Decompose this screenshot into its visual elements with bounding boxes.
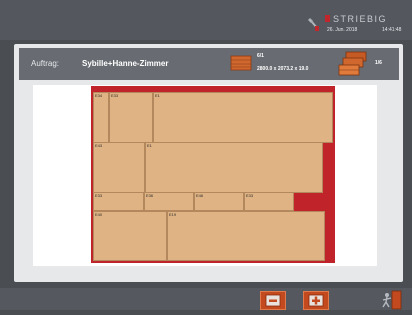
part-label: E43 bbox=[95, 143, 103, 148]
zoom-in-button[interactable] bbox=[303, 291, 329, 310]
zoom-out-button[interactable] bbox=[260, 291, 286, 310]
part-label: E33 bbox=[111, 93, 119, 98]
order-name: Sybille+Hanne-Zimmer bbox=[82, 59, 169, 68]
current-time: 14:41:48 bbox=[382, 27, 402, 33]
part-label: E46 bbox=[196, 193, 204, 198]
board-part[interactable]: E1 bbox=[145, 142, 323, 193]
plate-count: 6/1 bbox=[257, 53, 264, 59]
bottom-bar bbox=[0, 288, 412, 310]
part-label: E1 bbox=[155, 93, 160, 98]
part-label: E19 bbox=[169, 212, 177, 217]
part-label: E1 bbox=[147, 143, 152, 148]
exit-door-icon bbox=[382, 290, 402, 310]
part-label: E33 bbox=[95, 193, 103, 198]
plus-icon bbox=[308, 294, 324, 307]
plate-dimensions: 2800.0 x 2073.2 x 19.0 bbox=[257, 66, 309, 72]
stack-count: 1/6 bbox=[375, 60, 382, 66]
board-part[interactable]: E19 bbox=[167, 211, 325, 261]
current-date: 26. Jun. 2018 bbox=[327, 27, 358, 33]
part-label: E36 bbox=[146, 193, 154, 198]
brand-name: STRIEBIG bbox=[333, 14, 388, 24]
part-label: E34 bbox=[95, 93, 103, 98]
board-part[interactable]: E34 bbox=[93, 92, 109, 143]
board-part[interactable]: E40 bbox=[93, 211, 167, 261]
brand-mark-icon bbox=[325, 15, 330, 22]
board-part[interactable]: E43 bbox=[93, 142, 145, 193]
plate-icon bbox=[230, 55, 252, 71]
part-label: E40 bbox=[95, 212, 103, 217]
part-label: E33 bbox=[246, 193, 254, 198]
board-part[interactable]: E33 bbox=[93, 192, 144, 211]
board-part[interactable]: E36 bbox=[144, 192, 194, 211]
board-part[interactable]: E1 bbox=[153, 92, 333, 143]
order-header: Auftrag: Sybille+Hanne-Zimmer 6/1 2800.0… bbox=[19, 48, 399, 80]
board-part[interactable]: E46 bbox=[194, 192, 244, 211]
order-label: Auftrag: bbox=[31, 59, 60, 68]
top-bar: STRIEBIG 26. Jun. 2018 14:41:48 bbox=[0, 0, 412, 40]
board-part[interactable]: E33 bbox=[109, 92, 153, 143]
board[interactable]: E34 E33 E1 E43 E1 E33 E36 E46 E33 E40 E1… bbox=[91, 86, 335, 263]
plate-stack-icon bbox=[338, 51, 367, 76]
exit-button[interactable] bbox=[379, 290, 403, 310]
brand-logo: STRIEBIG bbox=[325, 14, 387, 24]
minus-icon bbox=[265, 294, 281, 307]
board-part[interactable]: E33 bbox=[244, 192, 294, 211]
wrench-icon[interactable] bbox=[306, 16, 320, 32]
